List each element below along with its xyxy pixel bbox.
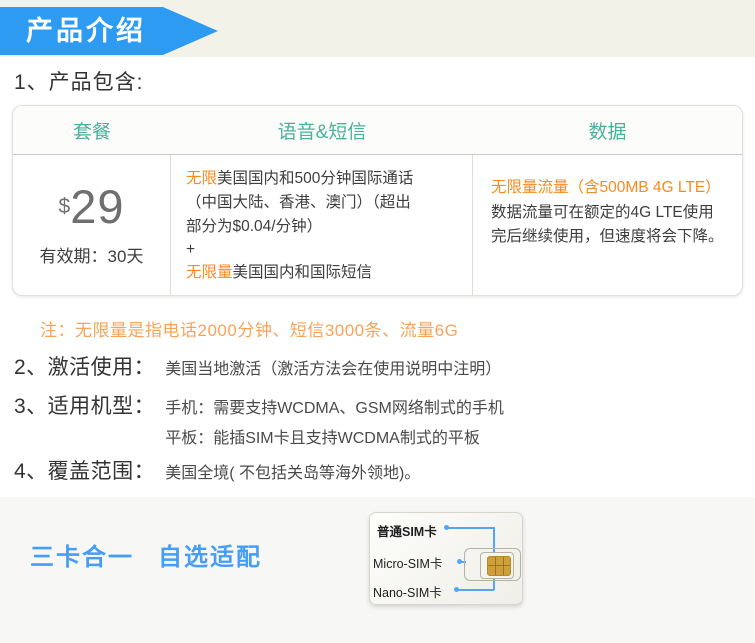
plan-table-header-row: 套餐 语音&短信 数据 (13, 106, 742, 155)
voice-unlimited-highlight: 无限 (186, 170, 217, 187)
data-unlimited-highlight: 无限量流量（含500MB 4G LTE） (491, 175, 732, 201)
plan-table: 套餐 语音&短信 数据 $29 有效期：30天 无限美国国内和500分钟国际通话… (12, 105, 743, 296)
banner-title: 产品介绍 (0, 7, 163, 55)
sms-description: 无限量美国国内和国际短信 (186, 261, 462, 285)
price-value: 29 (70, 180, 124, 233)
product-intro-banner: 产品介绍 (0, 7, 163, 55)
price-currency: $ (59, 195, 71, 218)
plan-price: $29 (59, 183, 125, 230)
plan-cell: $29 有效期：30天 (13, 155, 171, 295)
section-heading-product-includes: 1、产品包含: (14, 66, 144, 96)
sim-label-nano: Nano-SIM卡 (373, 582, 442, 601)
item-activation-desc: 美国当地激活（激活方法会在使用说明中注明） (165, 355, 501, 385)
sms-unlimited-highlight: 无限量 (186, 264, 233, 281)
header-cell-voice-sms: 语音&短信 (171, 106, 473, 154)
sim-card-image: 普通SIM卡 Micro-SIM卡 Nano-SIM卡 (369, 512, 523, 605)
data-cell: 无限量流量（含500MB 4G LTE） 数据流量可在额定的4G LTE使用 完… (473, 155, 742, 295)
voice-text: 美国国内和500分钟国际通话 （中国大陆、香港、澳门）（超出 部分为$0.04/… (186, 170, 413, 235)
slogan-three-in-one: 三卡合一 (30, 544, 134, 571)
item-activation: 2、激活使用： 美国当地激活（激活方法会在使用说明中注明） (14, 351, 501, 385)
voice-sms-cell: 无限美国国内和500分钟国际通话 （中国大陆、香港、澳门）（超出 部分为$0.0… (171, 155, 473, 295)
banner-arrow-icon (163, 7, 218, 55)
data-text: 数据流量可在额定的4G LTE使用 完后继续使用，但速度将会下降。 (491, 201, 732, 249)
top-band: 产品介绍 (0, 0, 755, 57)
item-devices-heading: 3、适用机型： (14, 390, 155, 420)
item-devices-tablet-desc: 平板：能插SIM卡且支持WCDMA制式的平板 (165, 424, 504, 454)
plus-separator: + (186, 239, 462, 261)
plan-validity: 有效期：30天 (40, 242, 144, 267)
item-coverage: 4、覆盖范围： 美国全境( 不包括关岛等海外领地)。 (14, 455, 420, 489)
item-coverage-desc: 美国全境( 不包括关岛等海外领地)。 (165, 459, 420, 489)
sim-label-micro: Micro-SIM卡 (373, 553, 442, 572)
slogan-self-adapt: 自选适配 (158, 544, 262, 571)
sim-label-standard: 普通SIM卡 (377, 521, 437, 540)
slogan: 三卡合一自选适配 (30, 537, 262, 572)
voice-description: 无限美国国内和500分钟国际通话 （中国大陆、香港、澳门）（超出 部分为$0.0… (186, 167, 462, 239)
item-activation-heading: 2、激活使用： (14, 351, 155, 381)
item-compatible-devices: 3、适用机型： 手机：需要支持WCDMA、GSM网络制式的手机 平板：能插SIM… (14, 390, 504, 454)
item-coverage-heading: 4、覆盖范围： (14, 455, 155, 485)
product-intro-page: 产品介绍 1、产品包含: 套餐 语音&短信 数据 $29 有效期：30天 无限美… (0, 0, 755, 643)
plan-table-body-row: $29 有效期：30天 无限美国国内和500分钟国际通话 （中国大陆、香港、澳门… (13, 155, 742, 295)
sim-chip-icon (487, 556, 511, 576)
header-cell-plan: 套餐 (13, 106, 171, 154)
header-cell-data: 数据 (473, 106, 742, 154)
connector-line (448, 527, 494, 529)
unlimited-note: 注：无限量是指电话2000分钟、短信3000条、流量6G (40, 316, 458, 341)
sms-text: 美国国内和国际短信 (233, 264, 373, 281)
item-devices-phone-desc: 手机：需要支持WCDMA、GSM网络制式的手机 (165, 394, 504, 424)
connector-line (458, 589, 494, 591)
